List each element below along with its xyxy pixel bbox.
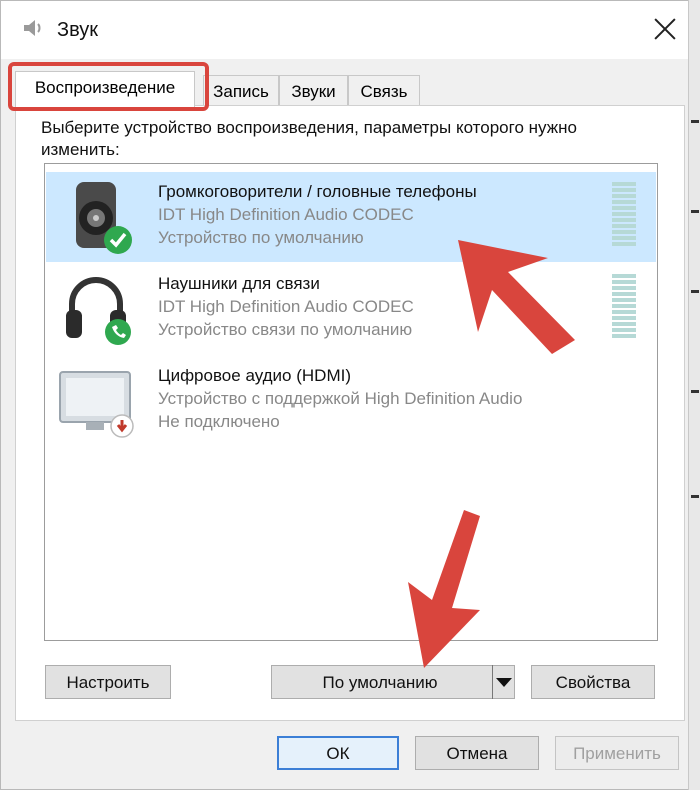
level-meter <box>612 182 636 252</box>
set-default-button[interactable]: По умолчанию <box>271 665 515 699</box>
device-driver: IDT High Definition Audio CODEC <box>158 205 414 224</box>
tab-recording[interactable]: Запись <box>203 75 279 105</box>
title-bar[interactable]: Звук <box>1 1 691 59</box>
device-status: Не подключено <box>158 412 280 431</box>
ok-button[interactable]: ОК <box>277 736 399 770</box>
device-list[interactable]: Громкоговорители / головные телефоны IDT… <box>44 163 658 641</box>
sound-dialog: Звук Воспроизведение Запись Звуки Связь … <box>0 0 691 790</box>
tab-sounds[interactable]: Звуки <box>279 75 348 105</box>
instruction-text: Выберите устройство воспроизведения, пар… <box>41 118 577 159</box>
speaker-icon <box>76 182 132 254</box>
window-title: Звук <box>57 19 99 41</box>
device-name: Наушники для связи <box>158 274 320 293</box>
device-name: Громкоговорители / головные телефоны <box>158 182 477 201</box>
device-item-headphones[interactable]: Наушники для связи IDT High Definition A… <box>46 264 656 354</box>
headphones-icon <box>66 277 131 345</box>
device-driver: IDT High Definition Audio CODEC <box>158 297 414 316</box>
device-item-speakers[interactable]: Громкоговорители / головные телефоны IDT… <box>46 172 656 262</box>
annotation-highlight-box <box>8 62 209 111</box>
level-meter <box>612 274 636 344</box>
cancel-button[interactable]: Отмена <box>415 736 539 770</box>
device-driver: Устройство с поддержкой High Definition … <box>158 389 523 408</box>
device-status: Устройство по умолчанию <box>158 228 364 247</box>
tab-communications[interactable]: Связь <box>348 75 420 105</box>
phone-badge-icon <box>105 319 131 345</box>
device-status: Устройство связи по умолчанию <box>158 320 413 339</box>
device-item-hdmi[interactable]: Цифровое аудио (HDMI) Устройство с подде… <box>46 356 656 446</box>
device-name: Цифровое аудио (HDMI) <box>158 366 351 385</box>
background-window-edge <box>688 0 700 790</box>
apply-button[interactable]: Применить <box>555 736 679 770</box>
monitor-icon <box>59 371 134 438</box>
close-button[interactable] <box>649 13 681 45</box>
split-divider <box>492 665 493 699</box>
speaker-app-icon <box>24 20 41 36</box>
configure-button[interactable]: Настроить <box>45 665 171 699</box>
dropdown-arrow-icon[interactable] <box>496 678 512 687</box>
properties-button[interactable]: Свойства <box>531 665 655 699</box>
